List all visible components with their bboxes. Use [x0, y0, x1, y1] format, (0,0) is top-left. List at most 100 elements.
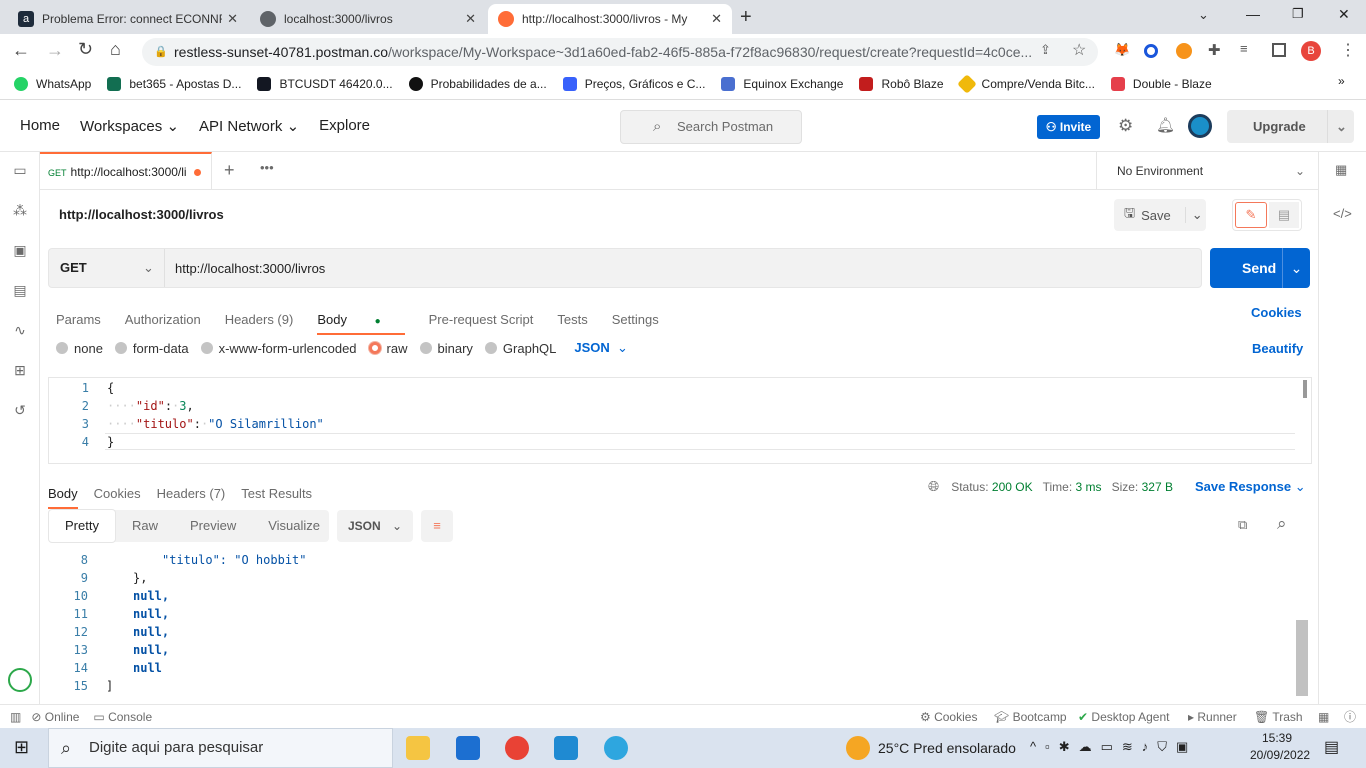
- two-pane-icon[interactable]: ▦: [1318, 710, 1329, 724]
- more-bookmarks-icon[interactable]: »: [1338, 74, 1345, 88]
- share-icon[interactable]: ⇪: [1040, 42, 1051, 58]
- close-tab-icon[interactable]: ✕: [465, 11, 476, 27]
- comments-icon[interactable]: ▤: [1269, 202, 1299, 228]
- side-panel-icon[interactable]: [1272, 43, 1286, 57]
- url-field[interactable]: http://localhost:3000/livros: [165, 261, 325, 276]
- save-button[interactable]: 🖫 Save ⌄: [1114, 199, 1206, 231]
- menu-icon[interactable]: ⋮: [1340, 40, 1356, 60]
- reload-icon[interactable]: ↻: [78, 39, 93, 60]
- satellite-icon[interactable]: [8, 668, 32, 692]
- windows-start-icon[interactable]: ⊞: [14, 737, 29, 758]
- environment-quick-look-icon[interactable]: ▦: [1335, 162, 1347, 178]
- response-body[interactable]: 8 "titulo": "O hobbit" 9}, 10 null, 11 null, 12…: [48, 550, 1312, 698]
- monitors-icon[interactable]: ∿: [11, 322, 29, 340]
- home-icon[interactable]: ⌂: [110, 39, 121, 60]
- more-tabs-icon[interactable]: •••: [260, 160, 274, 175]
- tab-pre-request-script[interactable]: Pre-request Script: [429, 312, 534, 327]
- trash-footer[interactable]: 🗑︎ Trash: [1254, 710, 1303, 724]
- console-button[interactable]: ▭ Console: [93, 710, 152, 724]
- upgrade-button[interactable]: Upgrade ⌄: [1227, 110, 1354, 143]
- body-format-select[interactable]: JSON ⌄: [574, 340, 628, 356]
- new-tab-plus-icon[interactable]: +: [224, 160, 235, 181]
- radio-graphql[interactable]: GraphQL: [484, 341, 556, 356]
- system-tray-icons[interactable]: ^▫✱☁▭≋♪⛉▣: [1030, 739, 1197, 755]
- mock-servers-icon[interactable]: ▤: [11, 282, 29, 300]
- environment-select[interactable]: No Environment ⌄: [1096, 152, 1318, 190]
- tab-test-results[interactable]: Test Results: [241, 486, 312, 501]
- search-input[interactable]: ⌕ Search Postman: [620, 110, 802, 144]
- runner-footer[interactable]: ▸ Runner: [1188, 710, 1237, 724]
- radio-raw[interactable]: raw: [368, 341, 408, 356]
- close-tab-icon[interactable]: ✕: [227, 11, 238, 27]
- bookmark[interactable]: Preços, Gráficos e C...: [562, 76, 705, 91]
- forward-icon[interactable]: →: [46, 40, 64, 61]
- telegram-icon[interactable]: [604, 736, 628, 760]
- cookies-footer[interactable]: ⚙ Cookies: [920, 710, 977, 724]
- invite-button[interactable]: ⚇ Invite: [1037, 115, 1100, 139]
- maximize-icon[interactable]: ❐: [1292, 6, 1304, 22]
- send-button[interactable]: Send ⌄: [1210, 248, 1310, 288]
- flows-icon[interactable]: ⊞: [11, 362, 29, 380]
- wrap-lines-icon[interactable]: ≡: [421, 510, 453, 542]
- view-visualize[interactable]: Visualize: [252, 510, 336, 542]
- edit-pencil-icon[interactable]: ✎: [1235, 202, 1267, 228]
- browser-tab[interactable]: localhost:3000/livros ✕: [250, 4, 486, 34]
- bookmark[interactable]: WhatsApp: [14, 76, 91, 91]
- tab-params[interactable]: Params: [56, 312, 101, 327]
- browser-tab-active[interactable]: http://localhost:3000/livros - My ✕: [488, 4, 732, 34]
- minimize-icon[interactable]: —: [1246, 6, 1260, 22]
- environments-icon[interactable]: ▣: [11, 242, 29, 260]
- desktop-agent-footer[interactable]: ✔ Desktop Agent: [1078, 710, 1169, 724]
- cookies-link[interactable]: Cookies: [1251, 305, 1302, 320]
- chevron-down-icon[interactable]: ⌄: [1184, 207, 1203, 223]
- request-tab[interactable]: GET http://localhost:3000/li: [40, 152, 212, 190]
- bookmark[interactable]: Double - Blaze: [1110, 76, 1212, 91]
- nav-api-network[interactable]: API Network ⌄: [199, 117, 299, 135]
- tab-settings[interactable]: Settings: [612, 312, 659, 327]
- chrome-icon[interactable]: [505, 736, 529, 760]
- nav-workspaces[interactable]: Workspaces ⌄: [80, 117, 179, 135]
- nav-explore[interactable]: Explore: [319, 117, 370, 134]
- close-window-icon[interactable]: ✕: [1338, 6, 1350, 23]
- globe-icon[interactable]: 🌐︎: [928, 478, 939, 495]
- editor-scrollbar[interactable]: [1303, 380, 1307, 398]
- view-preview[interactable]: Preview: [174, 510, 252, 542]
- radio-none[interactable]: none: [56, 341, 103, 356]
- view-raw[interactable]: Raw: [116, 510, 174, 542]
- tab-search-icon[interactable]: ⌄: [1198, 7, 1209, 23]
- extension-icon[interactable]: [1144, 44, 1158, 58]
- extensions-puzzle-icon[interactable]: ✚: [1208, 41, 1221, 59]
- weather-text[interactable]: 25°C Pred ensolarado: [878, 740, 1016, 756]
- tab-response-headers[interactable]: Headers (7): [157, 486, 226, 501]
- request-title[interactable]: http://localhost:3000/livros: [59, 207, 224, 222]
- bookmark[interactable]: BTCUSDT 46420.0...: [257, 76, 393, 91]
- tab-tests[interactable]: Tests: [557, 312, 587, 327]
- response-scrollbar[interactable]: [1296, 620, 1308, 696]
- taskbar-search-input[interactable]: ⌕ Digite aqui para pesquisar: [48, 728, 393, 768]
- tab-headers[interactable]: Headers (9): [225, 312, 294, 327]
- tab-response-cookies[interactable]: Cookies: [94, 486, 141, 501]
- bookmark[interactable]: Robô Blaze: [859, 76, 944, 91]
- chevron-down-icon[interactable]: ⌄: [1282, 248, 1310, 288]
- collections-icon[interactable]: ▭: [11, 162, 29, 180]
- request-body-editor[interactable]: 1 2 3 4 { ····"id":·3, ····"titulo":·"O …: [48, 377, 1312, 464]
- tab-authorization[interactable]: Authorization: [125, 312, 201, 327]
- save-response-button[interactable]: Save Response ⌄: [1195, 479, 1306, 495]
- bookmark[interactable]: Compre/Venda Bitc...: [956, 73, 1095, 94]
- code-icon[interactable]: </>: [1333, 206, 1352, 221]
- profile-avatar[interactable]: B: [1301, 41, 1321, 61]
- settings-gear-icon[interactable]: ⚙: [1118, 116, 1133, 136]
- vscode-icon[interactable]: [554, 736, 578, 760]
- copy-icon[interactable]: ⧉: [1238, 517, 1247, 533]
- metamask-icon[interactable]: 🦊: [1114, 42, 1130, 58]
- user-avatar[interactable]: [1188, 114, 1212, 138]
- radio-urlencoded[interactable]: x-www-form-urlencoded: [200, 341, 357, 356]
- response-format-select[interactable]: JSON ⌄: [337, 510, 413, 542]
- mail-icon[interactable]: [456, 736, 480, 760]
- bookmark-star-icon[interactable]: ☆: [1072, 40, 1086, 60]
- browser-tab[interactable]: a Problema Error: connect ECONNR ✕: [8, 4, 248, 34]
- apis-icon[interactable]: ⁂: [11, 202, 29, 220]
- view-pretty[interactable]: Pretty: [48, 509, 116, 543]
- bookmark[interactable]: Equinox Exchange: [721, 76, 843, 91]
- search-icon[interactable]: ⌕: [1277, 514, 1287, 534]
